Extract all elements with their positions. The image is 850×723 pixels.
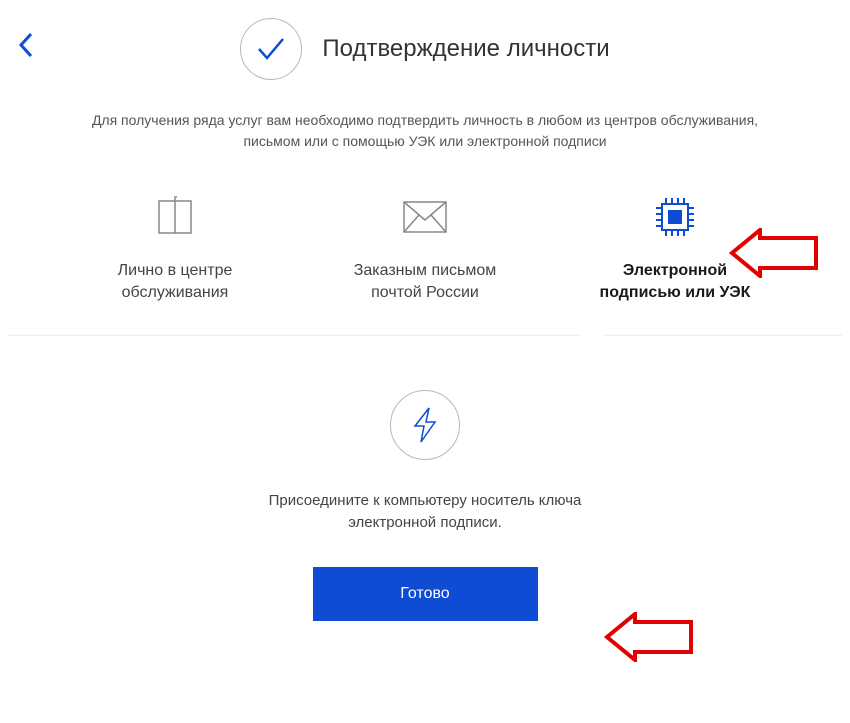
annotation-arrow-bottom (603, 612, 695, 667)
option-by-mail[interactable]: Заказным письмом почтой России (320, 192, 530, 305)
instruction-text: Присоедините к компьютеру носитель ключа… (28, 490, 822, 535)
chevron-left-icon (18, 32, 34, 58)
back-button[interactable] (18, 32, 34, 65)
verification-options: Лично в центре обслуживания Заказным пис… (0, 192, 850, 305)
option-label: Лично в центре обслуживания (118, 260, 233, 305)
option-in-person[interactable]: Лично в центре обслуживания (70, 192, 280, 305)
page-title: Подтверждение личности (322, 35, 609, 63)
panel-icon-circle (390, 390, 460, 460)
ready-button[interactable]: Готово (313, 567, 538, 621)
lightning-icon (411, 406, 439, 444)
annotation-arrow-top (728, 228, 820, 283)
folder-icon (153, 192, 197, 242)
description-line-2: письмом или с помощью УЭК или электронно… (243, 133, 606, 149)
envelope-icon (402, 192, 448, 242)
checkmark-icon (253, 31, 289, 67)
page-header: Подтверждение личности (0, 0, 850, 110)
option-label: Заказным письмом почтой России (354, 260, 497, 305)
instruction-panel: Присоедините к компьютеру носитель ключа… (8, 335, 842, 671)
chip-icon (652, 192, 698, 242)
header-status-circle (240, 18, 302, 80)
page-description: Для получения ряда услуг вам необходимо … (0, 110, 850, 152)
description-line-1: Для получения ряда услуг вам необходимо … (92, 112, 758, 128)
